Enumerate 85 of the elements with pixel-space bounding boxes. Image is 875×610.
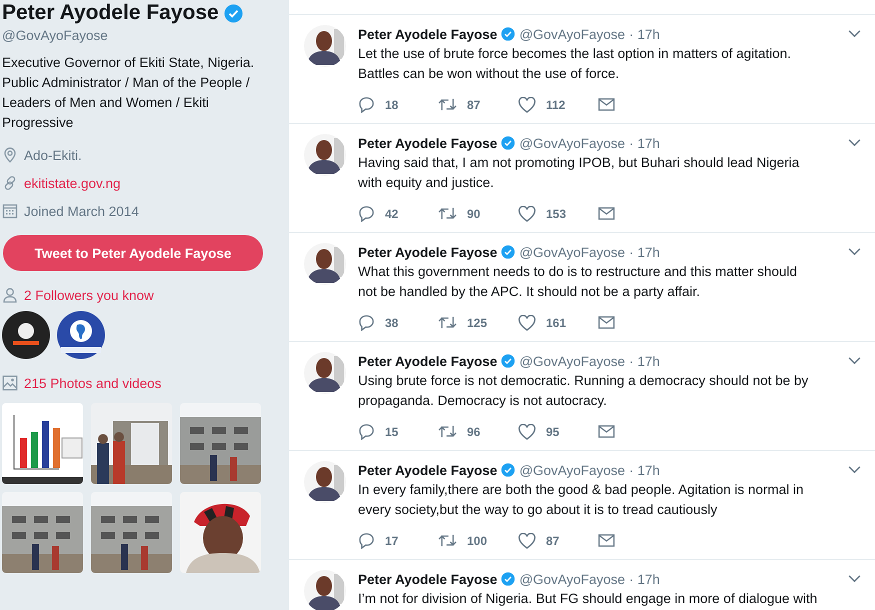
author-name[interactable]: Peter Ayodele Fayose — [358, 136, 498, 150]
reply-icon[interactable] — [358, 96, 375, 113]
like-count: 95 — [546, 424, 560, 438]
tweet-time[interactable]: · 17h — [629, 572, 660, 586]
envelope-icon[interactable] — [598, 534, 615, 547]
like-count: 161 — [546, 316, 566, 330]
author-handle: @GovAyoFayose — [519, 136, 626, 150]
author-handle: @GovAyoFayose — [519, 26, 626, 42]
author-name[interactable]: Peter Ayodele Fayose — [358, 244, 498, 260]
chevron-down-icon[interactable] — [848, 466, 861, 474]
avatar[interactable] — [304, 243, 346, 285]
tweet-time[interactable]: · 17h — [629, 244, 660, 260]
heart-icon[interactable] — [518, 96, 536, 112]
tweet-text: I’m not for division of Nigeria. But FG should engage in more of dialogue with — [358, 590, 818, 608]
avatar[interactable] — [304, 134, 346, 176]
calendar-icon — [2, 203, 18, 219]
retweet-icon[interactable] — [438, 206, 457, 221]
tweet-text: In every family,there are both the good & bad people. Agitation is normal in every society,but the way to go about it is to tread cautiously — [358, 481, 805, 519]
retweet-count: 90 — [467, 206, 480, 220]
tweet-time[interactable]: · 17h — [629, 354, 660, 368]
heart-icon[interactable] — [518, 424, 536, 440]
profile-handle: @GovAyoFayose — [2, 28, 109, 43]
reply-icon[interactable] — [358, 314, 375, 331]
tweet-to-button[interactable]: Tweet to Peter Ayodele Fayose — [3, 235, 263, 271]
reply-count: 42 — [385, 206, 398, 220]
like-count: 153 — [546, 206, 566, 220]
joined-date: Joined March 2014 — [24, 204, 139, 218]
tweet-text: Let the use of brute force becomes the last option in matters of agitation. Battles can be won without the use of force. — [358, 45, 792, 83]
tweet-time[interactable]: · 17h — [629, 26, 660, 42]
tweet-time[interactable]: · 17h — [629, 136, 660, 150]
like-count: 87 — [546, 534, 560, 548]
avatar[interactable] — [304, 25, 346, 67]
chevron-down-icon[interactable] — [848, 575, 861, 583]
retweet-count: 100 — [467, 534, 488, 548]
author-name[interactable]: Peter Ayodele Fayose — [358, 354, 498, 368]
like-count: 112 — [546, 98, 566, 112]
chevron-down-icon[interactable] — [848, 357, 861, 365]
retweet-count: 87 — [467, 98, 480, 112]
location-pin-icon — [2, 147, 18, 163]
person-icon — [2, 287, 18, 303]
reply-icon[interactable] — [358, 423, 375, 440]
avatar[interactable] — [304, 461, 346, 503]
image-icon — [2, 375, 18, 391]
chevron-down-icon[interactable] — [848, 30, 861, 38]
retweet-icon[interactable] — [438, 533, 457, 548]
profile-bio: Executive Governor of Ekiti State, Nigeria. Public Administrator / Man of the People / Leaders of Men and Women / Ekiti Progressive — [2, 54, 256, 132]
reply-count: 15 — [385, 424, 398, 438]
tweet-time[interactable]: · 17h — [629, 462, 660, 478]
profile-name: Peter Ayodele Fayose — [2, 0, 219, 26]
retweet-icon[interactable] — [438, 424, 457, 439]
retweet-count: 96 — [467, 424, 480, 438]
avatar[interactable] — [304, 352, 346, 394]
author-handle: @GovAyoFayose — [519, 354, 626, 368]
reply-count: 18 — [385, 98, 398, 112]
tweet-text: What this government needs to do is to restructure and this matter should not be handled by the APC. It should not be a party affair. — [358, 263, 798, 301]
author-handle: @GovAyoFayose — [519, 572, 626, 586]
envelope-icon[interactable] — [598, 425, 615, 438]
heart-icon[interactable] — [518, 532, 536, 548]
reply-icon[interactable] — [358, 205, 375, 222]
link-icon — [2, 175, 18, 191]
tweet-text: Using brute force is not democratic. Running a democracy should not be by propaganda. Democracy is not autocracy. — [358, 372, 810, 410]
envelope-icon[interactable] — [598, 98, 615, 111]
heart-icon[interactable] — [518, 314, 536, 330]
tweet-text: Having said that, I am not promoting IPOB, but Buhari should lead Nigeria with equity and justice. — [358, 154, 800, 192]
author-name[interactable]: Peter Ayodele Fayose — [358, 26, 498, 42]
author-name[interactable]: Peter Ayodele Fayose — [358, 462, 498, 478]
author-name[interactable]: Peter Ayodele Fayose — [358, 572, 498, 586]
retweet-count: 125 — [467, 316, 488, 330]
website-link[interactable]: ekitistate.gov.ng — [24, 176, 121, 190]
author-handle: @GovAyoFayose — [519, 244, 626, 260]
chevron-down-icon[interactable] — [848, 248, 861, 256]
photos-and-videos-link[interactable]: 215 Photos and videos — [24, 376, 162, 390]
envelope-icon[interactable] — [598, 207, 615, 220]
heart-icon[interactable] — [518, 206, 536, 222]
reply-count: 17 — [385, 534, 398, 548]
followers-you-know-link[interactable]: 2 Followers you know — [24, 288, 154, 302]
reply-count: 38 — [385, 316, 398, 330]
chevron-down-icon[interactable] — [848, 139, 861, 147]
retweet-icon[interactable] — [438, 97, 457, 112]
reply-icon[interactable] — [358, 532, 375, 549]
author-handle: @GovAyoFayose — [519, 462, 626, 478]
envelope-icon[interactable] — [598, 316, 615, 329]
location-text: Ado-Ekiti. — [24, 148, 82, 162]
retweet-icon[interactable] — [438, 315, 457, 330]
avatar[interactable] — [304, 570, 346, 610]
